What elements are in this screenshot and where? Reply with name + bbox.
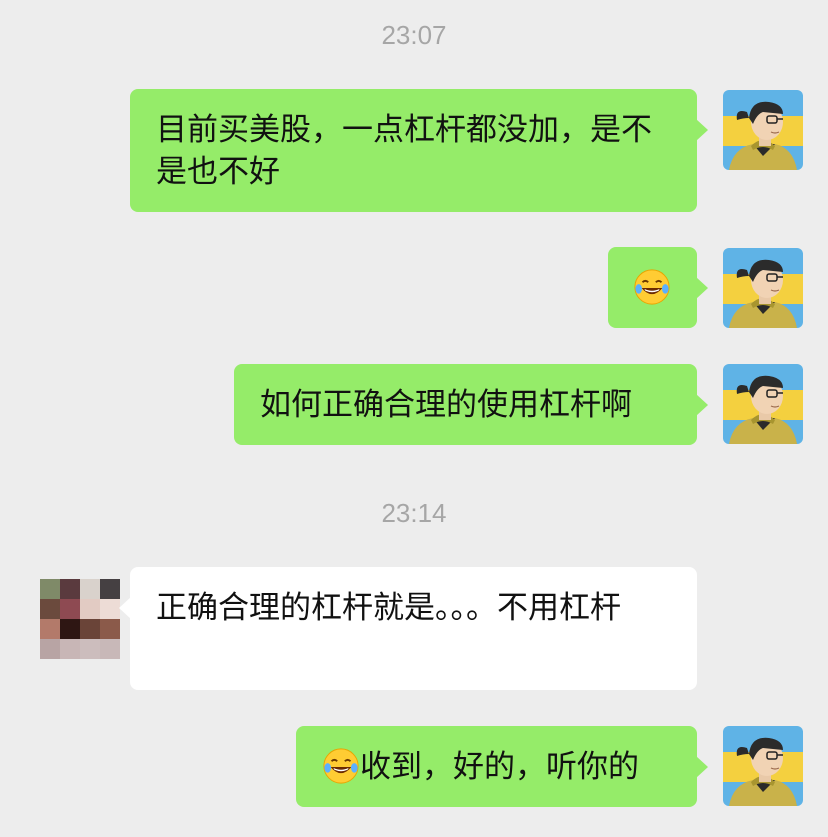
message-bubble-incoming[interactable]: 正确合理的杠杆就是。。。不用杠杆 [119,567,697,690]
message-bubble-outgoing[interactable]: 收到，好的，听你的 [296,726,708,807]
self-avatar[interactable] [723,90,803,170]
message-text: 正确合理的杠杆就是。。。不用杠杆 [156,590,621,626]
message-text: 目前买美股，一点杠杆都没加，是不是也不好 [156,112,652,190]
self-avatar[interactable] [723,726,803,806]
message-bubble-outgoing[interactable]: 目前买美股，一点杠杆都没加，是不是也不好 [130,89,708,212]
self-avatar[interactable] [723,364,803,444]
laughing-tears-emoji-icon [633,268,671,306]
message-text: 如何正确合理的使用杠杆啊 [260,387,632,423]
other-avatar[interactable] [40,579,120,659]
timestamp-2: 23:14 [381,498,447,528]
illustrated-man-avatar-icon [723,90,803,170]
timestamp-1: 23:07 [381,20,447,50]
illustrated-man-avatar-icon [723,726,803,806]
illustrated-man-avatar-icon [723,248,803,328]
laughing-tears-emoji-icon [322,747,360,785]
message-text: 收到，好的，听你的 [360,749,639,785]
message-bubble-outgoing[interactable]: 如何正确合理的使用杠杆啊 [234,364,708,445]
message-bubble-outgoing[interactable] [608,247,708,328]
illustrated-man-avatar-icon [723,364,803,444]
self-avatar[interactable] [723,248,803,328]
